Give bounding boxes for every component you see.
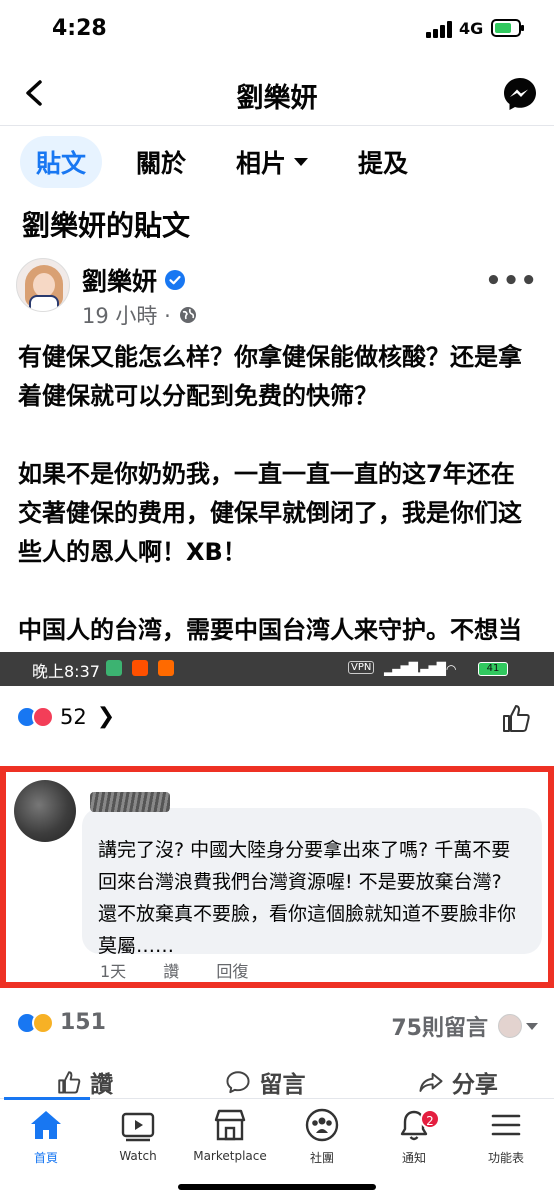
section-title: 劉樂妍的貼文 <box>22 209 191 242</box>
redacted-commenter-name <box>90 792 170 812</box>
embedded-reactions: 52 ❯ <box>16 704 115 729</box>
tab-posts[interactable]: 貼文 <box>20 136 103 188</box>
comment-actions: 1天 讚 回復 <box>100 958 280 982</box>
share-button[interactable]: 分享 <box>418 1065 498 1099</box>
embedded-status-bar: 晚上8:37 VPN ▂▄▆█ ▂▄▆█ ◠ 41 <box>0 652 554 686</box>
status-bar: 4:28 4G <box>0 0 554 62</box>
reaction-count: 52 <box>60 704 87 729</box>
reaction-summary[interactable]: 151 <box>16 1010 106 1035</box>
nav-home-label: 首頁 <box>33 1151 58 1165</box>
tab-about[interactable]: 關於 <box>120 136 202 188</box>
comment-reply: 回復 <box>216 962 249 981</box>
nav-watch[interactable]: Watch <box>92 1107 184 1163</box>
comment-summary[interactable]: 75則留言 <box>391 1010 538 1042</box>
comment-text: 講完了沒? 中國大陸身分要拿出來了嗎? 千萬不要回來台灣浪費我們台灣資源喔! 不… <box>98 839 517 957</box>
wifi-icon: ◠ <box>446 662 457 676</box>
chevron-down-icon <box>294 158 309 166</box>
tab-photos-label: 相片 <box>236 149 287 178</box>
post-paragraph: 有健保又能怎么样？你拿健保能做核酸？还是拿着健保就可以分配到免费的快筛？ <box>18 343 522 410</box>
chevron-right-icon: ❯ <box>96 704 116 729</box>
active-tab-indicator <box>4 1097 90 1100</box>
nav-watch-label: Watch <box>119 1149 157 1163</box>
signal-icon: ▂▄▆█ <box>412 662 446 676</box>
comment-bubble: 講完了沒? 中國大陸身分要拿出來了嗎? 千萬不要回來台灣浪費我們台灣資源喔! 不… <box>82 808 542 957</box>
comment-button[interactable]: 留言 <box>225 1065 305 1099</box>
post-text: 有健保又能怎么样？你拿健保能做核酸？还是拿着健保就可以分配到免费的快筛？ 如果不… <box>18 338 538 689</box>
tab-mentions[interactable]: 提及 <box>342 136 424 188</box>
comment-icon <box>226 1071 251 1094</box>
signal-icon <box>426 20 454 38</box>
thumbs-up-icon <box>503 705 530 732</box>
menu-icon <box>491 1114 521 1136</box>
messenger-icon[interactable] <box>502 76 538 112</box>
haha-reaction-icon <box>32 1011 54 1034</box>
app-icon <box>158 660 174 676</box>
nav-groups[interactable]: 社團 <box>276 1107 368 1166</box>
like-label: 讚 <box>90 1072 114 1098</box>
embedded-battery: 41 <box>478 662 508 676</box>
share-label: 分享 <box>451 1072 498 1098</box>
comment-like: 讚 <box>163 962 180 981</box>
thumbs-up-icon <box>58 1071 81 1094</box>
post-paragraph: 如果不是你奶奶我，一直一直一直的这7年还在交著健保的费用，健保早就倒闭了，我是你… <box>18 460 522 566</box>
home-icon <box>31 1111 61 1139</box>
app-icon <box>106 660 122 676</box>
status-time: 4:28 <box>52 16 107 41</box>
globe-icon <box>179 307 196 323</box>
nav-notifications[interactable]: 2 通知 <box>368 1107 460 1166</box>
network-type: 4G <box>459 19 484 38</box>
share-icon <box>419 1072 443 1092</box>
page-header: 劉樂妍 <box>0 62 554 126</box>
nav-menu-label: 功能表 <box>487 1151 524 1165</box>
page-title: 劉樂妍 <box>236 83 318 114</box>
verified-badge-icon <box>165 270 186 290</box>
battery-icon <box>491 19 524 37</box>
nav-home[interactable]: 首頁 <box>0 1107 92 1166</box>
love-reaction-icon <box>32 705 54 728</box>
nav-notifications-label: 通知 <box>401 1151 426 1165</box>
post-time: 19 小時 · <box>82 304 171 328</box>
tab-photos[interactable]: 相片 <box>220 136 324 188</box>
nav-groups-label: 社團 <box>309 1151 334 1165</box>
post-author-name: 劉樂妍 <box>82 267 158 296</box>
post-meta: 19 小時 · <box>82 300 197 330</box>
nav-marketplace-label: Marketplace <box>193 1149 267 1163</box>
embedded-time: 晚上8:37 <box>32 662 100 681</box>
video-icon <box>121 1112 155 1142</box>
store-icon <box>214 1109 246 1141</box>
home-indicator[interactable] <box>178 1184 376 1190</box>
like-button[interactable]: 讚 <box>56 1065 113 1099</box>
app-icon <box>132 660 148 676</box>
reaction-total: 151 <box>60 1010 106 1035</box>
more-options-icon[interactable]: ••• <box>485 266 538 296</box>
nav-menu[interactable]: 功能表 <box>460 1107 552 1166</box>
post-author[interactable]: 劉樂妍 <box>82 262 186 298</box>
commenter-avatar <box>14 780 76 842</box>
vpn-badge: VPN <box>348 661 375 674</box>
comment-time: 1天 <box>100 962 127 981</box>
comment-count: 75則留言 <box>391 1016 488 1041</box>
notification-badge: 2 <box>420 1109 440 1129</box>
post-stats: 151 75則留言 <box>16 1006 538 1046</box>
avatar[interactable] <box>16 258 70 312</box>
chevron-down-icon <box>526 1022 538 1030</box>
profile-tabs: 貼文 關於 相片 提及 <box>20 136 442 188</box>
comment-label: 留言 <box>259 1072 306 1098</box>
nav-marketplace[interactable]: Marketplace <box>184 1107 276 1163</box>
viewer-avatar <box>498 1014 522 1038</box>
groups-icon <box>305 1108 339 1142</box>
